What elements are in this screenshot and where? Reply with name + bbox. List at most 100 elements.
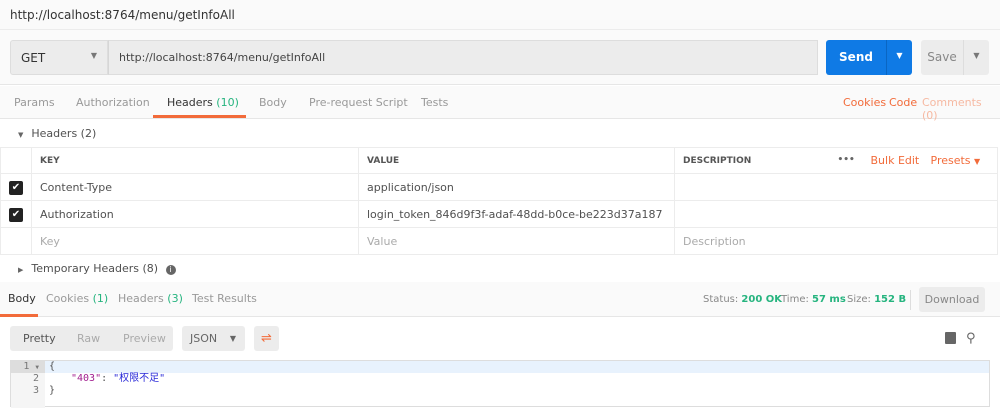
active-line-highlight bbox=[45, 361, 989, 373]
temporary-headers-toggle[interactable]: ▶ Temporary Headers (8) i bbox=[18, 262, 176, 275]
download-button[interactable]: Download bbox=[919, 287, 985, 312]
wrap-lines-icon[interactable]: ⇌ bbox=[254, 326, 279, 351]
headers-count: (3) bbox=[167, 292, 183, 305]
send-label: Send bbox=[839, 50, 873, 64]
header-key[interactable]: Authorization bbox=[31, 200, 359, 228]
cookies-label: Cookies bbox=[46, 292, 90, 305]
checkmark-icon: ✔ bbox=[9, 180, 23, 195]
save-label: Save bbox=[927, 50, 957, 64]
status-value: 200 OK bbox=[741, 294, 783, 305]
line-number-1: 1 bbox=[23, 361, 30, 372]
code-link[interactable]: Code bbox=[889, 96, 917, 109]
header-key[interactable]: Content-Type bbox=[31, 173, 359, 201]
tab-body[interactable]: Body bbox=[259, 96, 287, 109]
tab-headers-label: Headers bbox=[167, 96, 213, 109]
view-raw[interactable]: Raw bbox=[77, 332, 100, 345]
checkmark-icon: ✔ bbox=[9, 207, 23, 222]
line-number: 2 bbox=[32, 373, 39, 384]
tab-pre-request-script[interactable]: Pre-request Script bbox=[309, 96, 408, 109]
bulk-edit-link[interactable]: Bulk Edit bbox=[871, 154, 920, 167]
line-number: 3 bbox=[32, 385, 39, 396]
copy-icon[interactable] bbox=[945, 332, 956, 344]
response-tab-body[interactable]: Body bbox=[8, 292, 36, 305]
send-button[interactable]: Send ▼ bbox=[826, 40, 912, 75]
table-row: ✔ Content-Type application/json bbox=[0, 173, 998, 201]
response-body-editor[interactable]: 1 ▼ 2 3 { "403": "权限不足" } bbox=[10, 360, 990, 408]
code-brace-close: } bbox=[49, 385, 56, 396]
time-label: Time: bbox=[781, 294, 809, 305]
response-tab-cookies[interactable]: Cookies (1) bbox=[46, 292, 108, 305]
request-title: http://localhost:8764/menu/getInfoAll bbox=[0, 0, 1000, 30]
row-checkbox[interactable]: ✔ bbox=[0, 200, 32, 228]
empty-cell bbox=[0, 227, 32, 255]
more-options-icon[interactable]: ••• bbox=[838, 155, 855, 165]
view-pretty[interactable]: Pretty bbox=[23, 332, 56, 345]
fold-icon[interactable]: ▼ bbox=[35, 364, 39, 371]
header-description[interactable] bbox=[674, 200, 998, 228]
cookies-link[interactable]: Cookies bbox=[843, 96, 886, 109]
tab-params[interactable]: Params bbox=[14, 96, 55, 109]
save-dropdown-icon[interactable]: ▼ bbox=[963, 40, 989, 75]
json-value: "权限不足" bbox=[113, 373, 166, 384]
column-key: KEY bbox=[31, 147, 359, 174]
tab-headers[interactable]: Headers (10) bbox=[167, 96, 239, 109]
table-row-new: Key Value Description bbox=[0, 227, 998, 255]
method-label: GET bbox=[21, 51, 46, 65]
tab-authorization[interactable]: Authorization bbox=[76, 96, 150, 109]
info-icon[interactable]: i bbox=[165, 265, 176, 275]
size-readout: Size: 152 B bbox=[847, 294, 906, 305]
search-icon[interactable]: ⚲ bbox=[966, 331, 976, 346]
comments-link[interactable]: Comments (0) bbox=[922, 96, 1000, 122]
description-input[interactable]: Description bbox=[674, 227, 998, 255]
active-tab-underline bbox=[0, 314, 38, 317]
headers-table: KEY VALUE DESCRIPTION ••• Bulk Edit Pres… bbox=[0, 147, 998, 255]
tab-headers-count: (10) bbox=[216, 96, 239, 109]
cookies-count: (1) bbox=[92, 292, 109, 305]
method-select[interactable]: GET ▼ bbox=[10, 40, 108, 75]
url-input[interactable]: http://localhost:8764/menu/getInfoAll bbox=[108, 40, 818, 75]
presets-label: Presets bbox=[930, 153, 971, 167]
header-description[interactable] bbox=[674, 173, 998, 201]
value-input[interactable]: Value bbox=[358, 227, 675, 255]
table-row: ✔ Authorization login_token_846d9f3f-adaf-… bbox=[0, 200, 998, 228]
line-gutter: 1 ▼ 2 3 bbox=[11, 361, 45, 408]
json-colon: : bbox=[101, 373, 114, 384]
active-tab-underline bbox=[153, 115, 246, 118]
response-tab-headers[interactable]: Headers (3) bbox=[118, 292, 183, 305]
save-button[interactable]: Save ▼ bbox=[921, 40, 989, 75]
column-description-label: DESCRIPTION bbox=[683, 155, 752, 166]
headers-section-label: Headers (2) bbox=[31, 127, 97, 140]
header-value[interactable]: application/json bbox=[358, 173, 675, 201]
view-preview[interactable]: Preview bbox=[123, 332, 166, 345]
size-label: Size: bbox=[847, 294, 871, 305]
headers-label: Headers bbox=[118, 292, 164, 305]
code-brace-open: { bbox=[49, 361, 56, 372]
chevron-down-icon: ▼ bbox=[229, 334, 236, 343]
row-checkbox[interactable]: ✔ bbox=[0, 173, 32, 201]
time-readout: Time: 57 ms bbox=[781, 294, 846, 305]
caret-down-icon: ▼ bbox=[974, 156, 981, 166]
send-dropdown-icon[interactable]: ▼ bbox=[886, 40, 912, 75]
presets-dropdown[interactable]: Presets ▼ bbox=[931, 154, 981, 167]
chevron-down-icon: ▼ bbox=[90, 51, 97, 60]
json-key: "403" bbox=[71, 373, 102, 384]
caret-down-icon: ▼ bbox=[18, 131, 24, 139]
status-label: Status: bbox=[703, 294, 739, 305]
response-tab-test-results[interactable]: Test Results bbox=[192, 292, 257, 305]
divider bbox=[910, 290, 911, 310]
code-line-2: "403": "权限不足" bbox=[71, 373, 165, 385]
view-mode-group: Pretty Raw Preview bbox=[10, 326, 173, 351]
column-description: DESCRIPTION ••• Bulk Edit Presets ▼ bbox=[674, 147, 998, 174]
headers-section-toggle[interactable]: ▼ Headers (2) bbox=[18, 127, 96, 140]
time-value: 57 ms bbox=[812, 294, 846, 305]
temporary-headers-label: Temporary Headers (8) bbox=[31, 262, 159, 275]
format-label: JSON bbox=[190, 332, 218, 345]
format-select[interactable]: JSON ▼ bbox=[182, 326, 245, 351]
tab-tests[interactable]: Tests bbox=[421, 96, 448, 109]
header-value[interactable]: login_token_846d9f3f-adaf-48dd-b0ce-be22… bbox=[358, 200, 675, 228]
caret-right-icon: ▶ bbox=[18, 266, 24, 274]
size-value: 152 B bbox=[874, 294, 907, 305]
key-input[interactable]: Key bbox=[31, 227, 359, 255]
response-tabs: Body Cookies (1) Headers (3) Test Result… bbox=[0, 282, 1000, 317]
request-tabs: Params Authorization Headers (10) Body P… bbox=[0, 86, 1000, 122]
